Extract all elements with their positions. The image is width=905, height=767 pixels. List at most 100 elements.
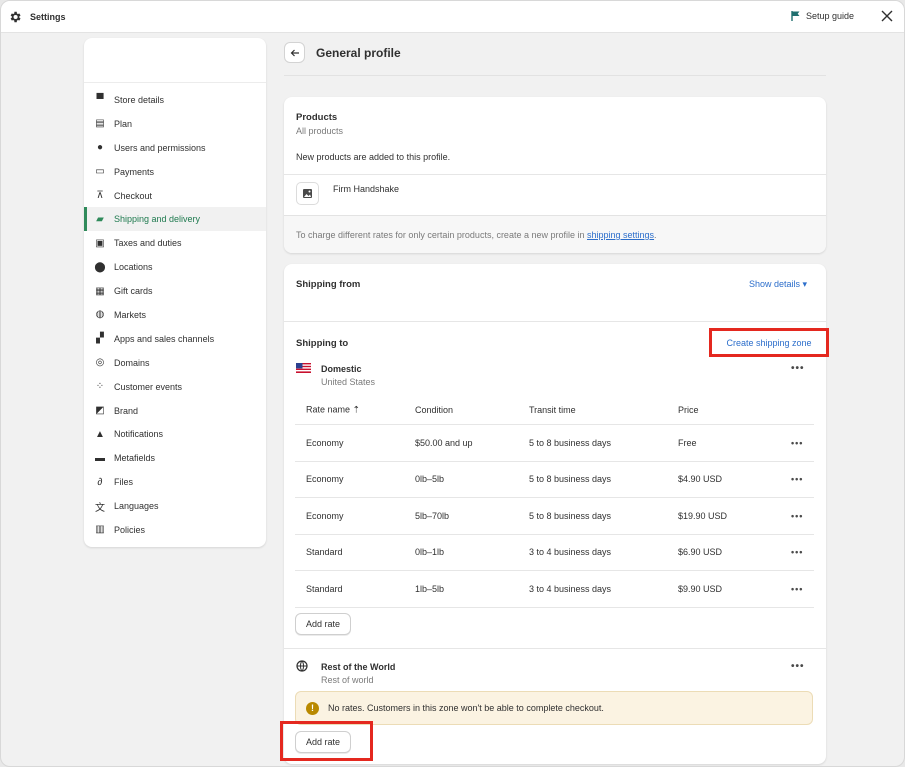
table-header: Rate name ⇡ Condition Transit time Price	[295, 395, 814, 425]
shipping-card: Shipping from Show details ▾ Shipping to…	[284, 264, 829, 764]
products-divider	[284, 174, 826, 175]
sidebar-item-plan[interactable]: ▤ Plan	[84, 112, 266, 136]
setup-guide-button[interactable]: Setup guide	[791, 11, 854, 21]
rate-more-button[interactable]: •••	[791, 584, 803, 594]
page-title: General profile	[316, 46, 401, 60]
sidebar-item-users-and-permissions[interactable]: ● Users and permissions	[84, 136, 266, 160]
sidebar-item-label: Notifications	[114, 429, 164, 440]
note-suffix: .	[654, 230, 657, 240]
sidebar-item-apps-and-sales-channels[interactable]: ▞ Apps and sales channels	[84, 327, 266, 351]
add-rate-button[interactable]: Add rate	[295, 613, 352, 635]
sidebar-item-payments[interactable]: ▭ Payments	[84, 160, 266, 184]
rate-more-button[interactable]: •••	[791, 474, 803, 484]
sidebar-item-label: Languages	[114, 501, 159, 512]
sidebar-item-label: Users and permissions	[114, 142, 206, 153]
policy-icon: ▥	[95, 524, 105, 536]
sidebar-item-notifications[interactable]: ▲ Notifications	[84, 422, 266, 446]
sidebar-item-files[interactable]: ∂ Files	[84, 470, 266, 494]
rate-more-button[interactable]: •••	[791, 511, 803, 521]
setup-guide-label: Setup guide	[806, 11, 855, 21]
zone-divider	[284, 648, 826, 649]
translate-icon: 文	[95, 502, 105, 514]
sidebar-item-label: Brand	[114, 405, 139, 416]
rate-condition: 0lb–5lb	[415, 474, 445, 485]
plan-icon: ▤	[95, 118, 105, 130]
col-rate-name[interactable]: Rate name ⇡	[306, 404, 360, 415]
sidebar-item-markets[interactable]: ◍ Markets	[84, 303, 266, 327]
domestic-more-button[interactable]: •••	[791, 363, 805, 374]
sidebar-item-shipping-and-delivery[interactable]: ▰ Shipping and delivery	[84, 207, 266, 232]
rate-name: Economy	[306, 437, 344, 448]
sidebar-item-label: Domains	[114, 357, 150, 368]
location-pin-icon: ⬤	[94, 261, 106, 273]
products-card: Products All products New products are a…	[284, 97, 826, 253]
rate-more-button[interactable]: •••	[791, 438, 803, 448]
globe-icon	[296, 660, 308, 672]
rate-condition: $50.00 and up	[415, 437, 473, 448]
sidebar-item-label: Checkout	[114, 190, 153, 201]
warning-text: No rates. Customers in this zone won't b…	[328, 703, 604, 713]
products-title: Products	[296, 112, 338, 123]
rate-transit: 5 to 8 business days	[529, 437, 612, 448]
rate-more-button[interactable]: •••	[791, 547, 803, 557]
arrow-left-icon	[290, 49, 299, 56]
sidebar-item-languages[interactable]: 文 Languages	[84, 494, 266, 518]
sidebar-item-label: Markets	[114, 309, 147, 320]
globe-icon: ◍	[95, 309, 105, 321]
rate-transit: 3 to 4 business days	[529, 547, 612, 558]
rate-transit: 5 to 8 business days	[529, 510, 612, 521]
sidebar-item-locations[interactable]: ⬤ Locations	[84, 255, 266, 279]
rate-price: $4.90 USD	[678, 474, 723, 485]
show-details-link[interactable]: Show details ▾	[749, 279, 807, 290]
rate-condition: 5lb–70lb	[415, 510, 450, 521]
shipping-from-title: Shipping from	[296, 279, 361, 290]
table-row[interactable]: Standard 1lb–5lb 3 to 4 business days $9.90…	[295, 571, 814, 608]
sidebar-header	[84, 38, 266, 83]
rate-price: Free	[678, 437, 697, 448]
sidebar-item-brand[interactable]: ◩ Brand	[84, 399, 266, 423]
sidebar-item-label: Store details	[114, 94, 165, 105]
rate-price: $19.90 USD	[678, 510, 728, 521]
world-zone-region: Rest of world	[321, 675, 374, 685]
apps-icon: ▞	[96, 333, 104, 345]
sidebar-item-gift-cards[interactable]: ▦ Gift cards	[84, 279, 266, 303]
sidebar-item-policies[interactable]: ▥ Policies	[84, 518, 266, 542]
sidebar-item-metafields[interactable]: ▬ Metafields	[84, 446, 266, 470]
rate-price: $9.90 USD	[678, 583, 723, 594]
shipping-to-title: Shipping to	[296, 338, 349, 349]
sidebar-item-label: Gift cards	[114, 286, 153, 297]
rate-price: $6.90 USD	[678, 547, 723, 558]
metafields-icon: ▬	[95, 452, 105, 464]
world-more-button[interactable]: •••	[791, 661, 805, 672]
sidebar-item-label: Files	[114, 477, 134, 488]
user-icon: ●	[96, 142, 104, 154]
sidebar-item-label: Plan	[114, 118, 133, 129]
store-icon: ▀	[96, 94, 104, 106]
sidebar-item-domains[interactable]: ◎ Domains	[84, 351, 266, 375]
warning-icon: !	[306, 701, 319, 715]
create-shipping-zone-button[interactable]: Create shipping zone	[726, 338, 811, 348]
table-row[interactable]: Standard 0lb–1lb 3 to 4 business days $6.90…	[295, 535, 814, 571]
table-row[interactable]: Economy 5lb–70lb 5 to 8 business days $19.9…	[295, 498, 814, 535]
settings-sidebar: ▀ Store details ▤ Plan ● Users and permission…	[84, 38, 266, 547]
sidebar-item-label: Apps and sales channels	[114, 333, 215, 344]
products-note: To charge different rates for only certa…	[284, 215, 826, 253]
sidebar-item-label: Payments	[114, 166, 155, 177]
no-rates-warning: ! No rates. Customers in this zone won't…	[295, 691, 813, 725]
table-row[interactable]: Economy 0lb–5lb 5 to 8 business days $4.90 …	[295, 462, 814, 498]
back-button[interactable]	[284, 42, 305, 63]
sidebar-item-label: Taxes and duties	[114, 238, 182, 249]
sidebar-item-store-details[interactable]: ▀ Store details	[84, 88, 266, 112]
flag-icon	[791, 11, 800, 21]
note-text: To charge different rates for only certa…	[296, 230, 587, 240]
table-row[interactable]: Economy $50.00 and up 5 to 8 business days…	[295, 425, 814, 462]
close-icon[interactable]	[879, 8, 895, 24]
sidebar-item-checkout[interactable]: ⊼ Checkout	[84, 184, 266, 208]
sidebar-item-taxes-and-duties[interactable]: ▣ Taxes and duties	[84, 231, 266, 255]
rate-transit: 3 to 4 business days	[529, 583, 612, 594]
sidebar-item-customer-events[interactable]: ⁘ Customer events	[84, 375, 266, 399]
us-flag-icon	[296, 363, 311, 373]
shipping-settings-link[interactable]: shipping settings	[587, 230, 654, 240]
rates-table: Rate name ⇡ Condition Transit time Price…	[295, 395, 814, 608]
create-zone-highlight: Create shipping zone	[709, 328, 829, 357]
